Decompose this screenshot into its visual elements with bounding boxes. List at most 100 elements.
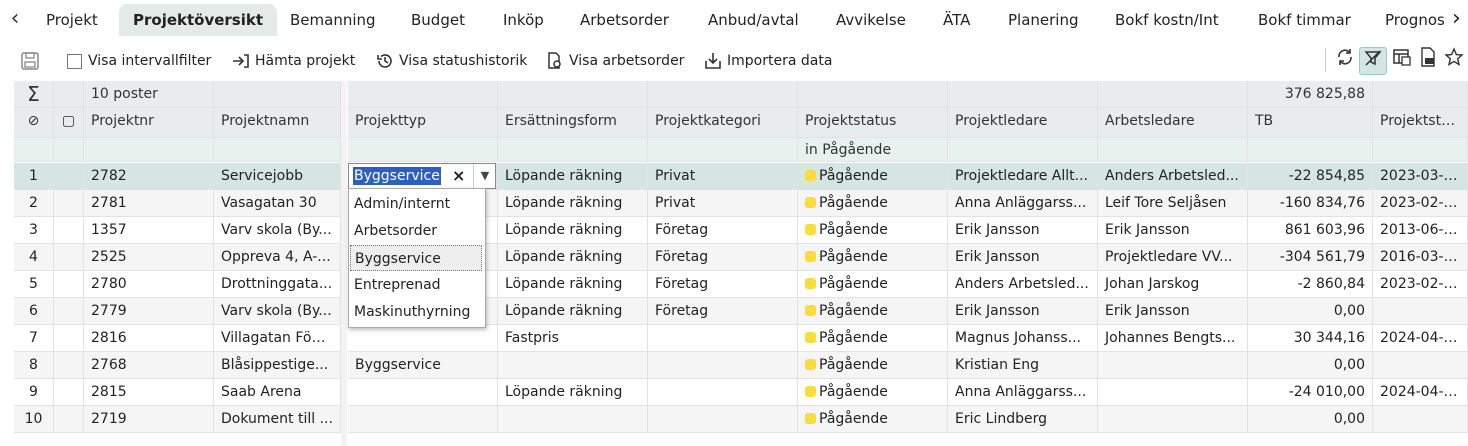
cell-tb[interactable]: -160 834,76: [1248, 190, 1373, 217]
cell-nr[interactable]: 2781: [84, 190, 214, 217]
cell-status[interactable]: Pågående: [798, 406, 948, 433]
filter-cell[interactable]: [498, 138, 648, 162]
cell-tb[interactable]: -304 561,79: [1248, 244, 1373, 271]
tab-planering[interactable]: Planering: [994, 4, 1093, 36]
tab-bemanning[interactable]: Bemanning: [276, 4, 390, 36]
chevron-left-icon[interactable]: ‹: [4, 6, 26, 34]
cell-al[interactable]: [1098, 406, 1248, 433]
row-number[interactable]: 10: [14, 406, 54, 433]
cell-cat[interactable]: [648, 352, 798, 379]
cell-form[interactable]: [498, 352, 648, 379]
cell-name[interactable]: Villagatan Fön...: [214, 325, 341, 352]
column-header[interactable]: Projektkategori: [648, 108, 798, 138]
row-marker[interactable]: [54, 163, 84, 190]
dropdown-option[interactable]: Maskinuthyrning: [350, 299, 482, 325]
row-number[interactable]: 9: [14, 379, 54, 406]
filter-cell[interactable]: [84, 138, 214, 162]
cell-start[interactable]: 2023-02-21: [1373, 190, 1468, 217]
filter-cell[interactable]: [648, 138, 798, 162]
clear-filter-icon[interactable]: [1359, 47, 1387, 75]
row-number[interactable]: 7: [14, 325, 54, 352]
cell-form[interactable]: [498, 406, 648, 433]
interval-filter-toggle[interactable]: Visa intervallfilter: [67, 50, 211, 72]
tab-bokf-kostn[interactable]: Bokf kostn/Int: [1101, 4, 1233, 36]
cell-status[interactable]: Pågående: [798, 217, 948, 244]
cell-status[interactable]: Pågående: [798, 190, 948, 217]
cell-al[interactable]: [1098, 352, 1248, 379]
tab-anbud-avtal[interactable]: Anbud/avtal: [694, 4, 813, 36]
cell-status[interactable]: Pågående: [798, 163, 948, 190]
cell-tb[interactable]: 0,00: [1248, 352, 1373, 379]
tab-ata[interactable]: ÄTA: [929, 4, 984, 36]
dropdown-option[interactable]: Admin/internt: [350, 191, 482, 217]
cell-al[interactable]: Projektledare VV...: [1098, 244, 1248, 271]
row-number[interactable]: 4: [14, 244, 54, 271]
cell-cat[interactable]: Företag: [648, 298, 798, 325]
column-header[interactable]: Projektledare: [948, 108, 1098, 138]
cell-start[interactable]: 2023-02-20: [1373, 271, 1468, 298]
cell-nr[interactable]: 1357: [84, 217, 214, 244]
dropdown-option[interactable]: Entreprenad: [350, 272, 482, 298]
column-header[interactable]: Projektstart: [1373, 108, 1468, 138]
dropdown-option[interactable]: Arbetsorder: [350, 218, 482, 244]
row-number[interactable]: 3: [14, 217, 54, 244]
cell-cat[interactable]: [648, 406, 798, 433]
cell-form[interactable]: Löpande räkning: [498, 163, 648, 190]
cell-start[interactable]: 2023-03-06: [1373, 163, 1468, 190]
cell-pl[interactable]: Erik Jansson: [948, 298, 1098, 325]
cell-start[interactable]: 2016-03-09: [1373, 244, 1468, 271]
cell-nr[interactable]: 2780: [84, 271, 214, 298]
column-header[interactable]: Projektstatus: [798, 108, 948, 138]
cell-cat[interactable]: Privat: [648, 163, 798, 190]
cell-tb[interactable]: 861 603,96: [1248, 217, 1373, 244]
cell-cat[interactable]: Företag: [648, 271, 798, 298]
cell-form[interactable]: Löpande räkning: [498, 298, 648, 325]
filter-cell[interactable]: in Pågående: [798, 138, 948, 162]
cell-name[interactable]: Drottninggata...: [214, 271, 341, 298]
cell-tb[interactable]: 0,00: [1248, 298, 1373, 325]
tab-avvikelse[interactable]: Avvikelse: [822, 4, 920, 36]
status-history-button[interactable]: Visa statushistorik: [375, 50, 527, 72]
cell-tb[interactable]: -24 010,00: [1248, 379, 1373, 406]
cell-nr[interactable]: 2768: [84, 352, 214, 379]
cell-tb[interactable]: -2 860,84: [1248, 271, 1373, 298]
filter-cell[interactable]: [214, 138, 341, 162]
cell-pl[interactable]: Anna Anläggarss...: [948, 379, 1098, 406]
row-marker[interactable]: [54, 244, 84, 271]
save-icon[interactable]: [20, 50, 44, 72]
cell-form[interactable]: Löpande räkning: [498, 379, 648, 406]
row-number[interactable]: 8: [14, 352, 54, 379]
row-marker[interactable]: [54, 190, 84, 217]
cell-nr[interactable]: 2816: [84, 325, 214, 352]
close-icon[interactable]: ×: [452, 166, 465, 186]
cell-name[interactable]: Varv skola (By...: [214, 298, 341, 325]
cell-start[interactable]: [1373, 298, 1468, 325]
column-header[interactable]: Projektnamn: [214, 108, 341, 138]
cell-nr[interactable]: 2779: [84, 298, 214, 325]
cell-status[interactable]: Pågående: [798, 271, 948, 298]
cell-type[interactable]: [348, 325, 498, 352]
cell-al[interactable]: [1098, 379, 1248, 406]
cell-pl[interactable]: Projektledare Allt...: [948, 163, 1098, 190]
tab-bokf-timmar[interactable]: Bokf timmar: [1244, 4, 1365, 36]
filter-cell[interactable]: [1373, 138, 1468, 162]
row-marker[interactable]: [54, 271, 84, 298]
row-number[interactable]: 2: [14, 190, 54, 217]
cell-al[interactable]: Johannes Bengts...: [1098, 325, 1248, 352]
cell-status[interactable]: Pågående: [798, 379, 948, 406]
row-marker[interactable]: [54, 352, 84, 379]
cell-cat[interactable]: Företag: [648, 244, 798, 271]
excel-export-icon[interactable]: [1415, 47, 1441, 73]
cell-tb[interactable]: 30 344,16: [1248, 325, 1373, 352]
cell-start[interactable]: 2013-06-20: [1373, 217, 1468, 244]
cell-status[interactable]: Pågående: [798, 298, 948, 325]
row-marker[interactable]: [54, 379, 84, 406]
cell-pl[interactable]: Erik Jansson: [948, 217, 1098, 244]
cell-form[interactable]: Löpande räkning: [498, 217, 648, 244]
cell-pl[interactable]: Erik Jansson: [948, 244, 1098, 271]
cell-name[interactable]: Blåsippestige...: [214, 352, 341, 379]
cell-cat[interactable]: [648, 325, 798, 352]
filter-cell[interactable]: [948, 138, 1098, 162]
cell-nr[interactable]: 2719: [84, 406, 214, 433]
row-marker[interactable]: [54, 298, 84, 325]
